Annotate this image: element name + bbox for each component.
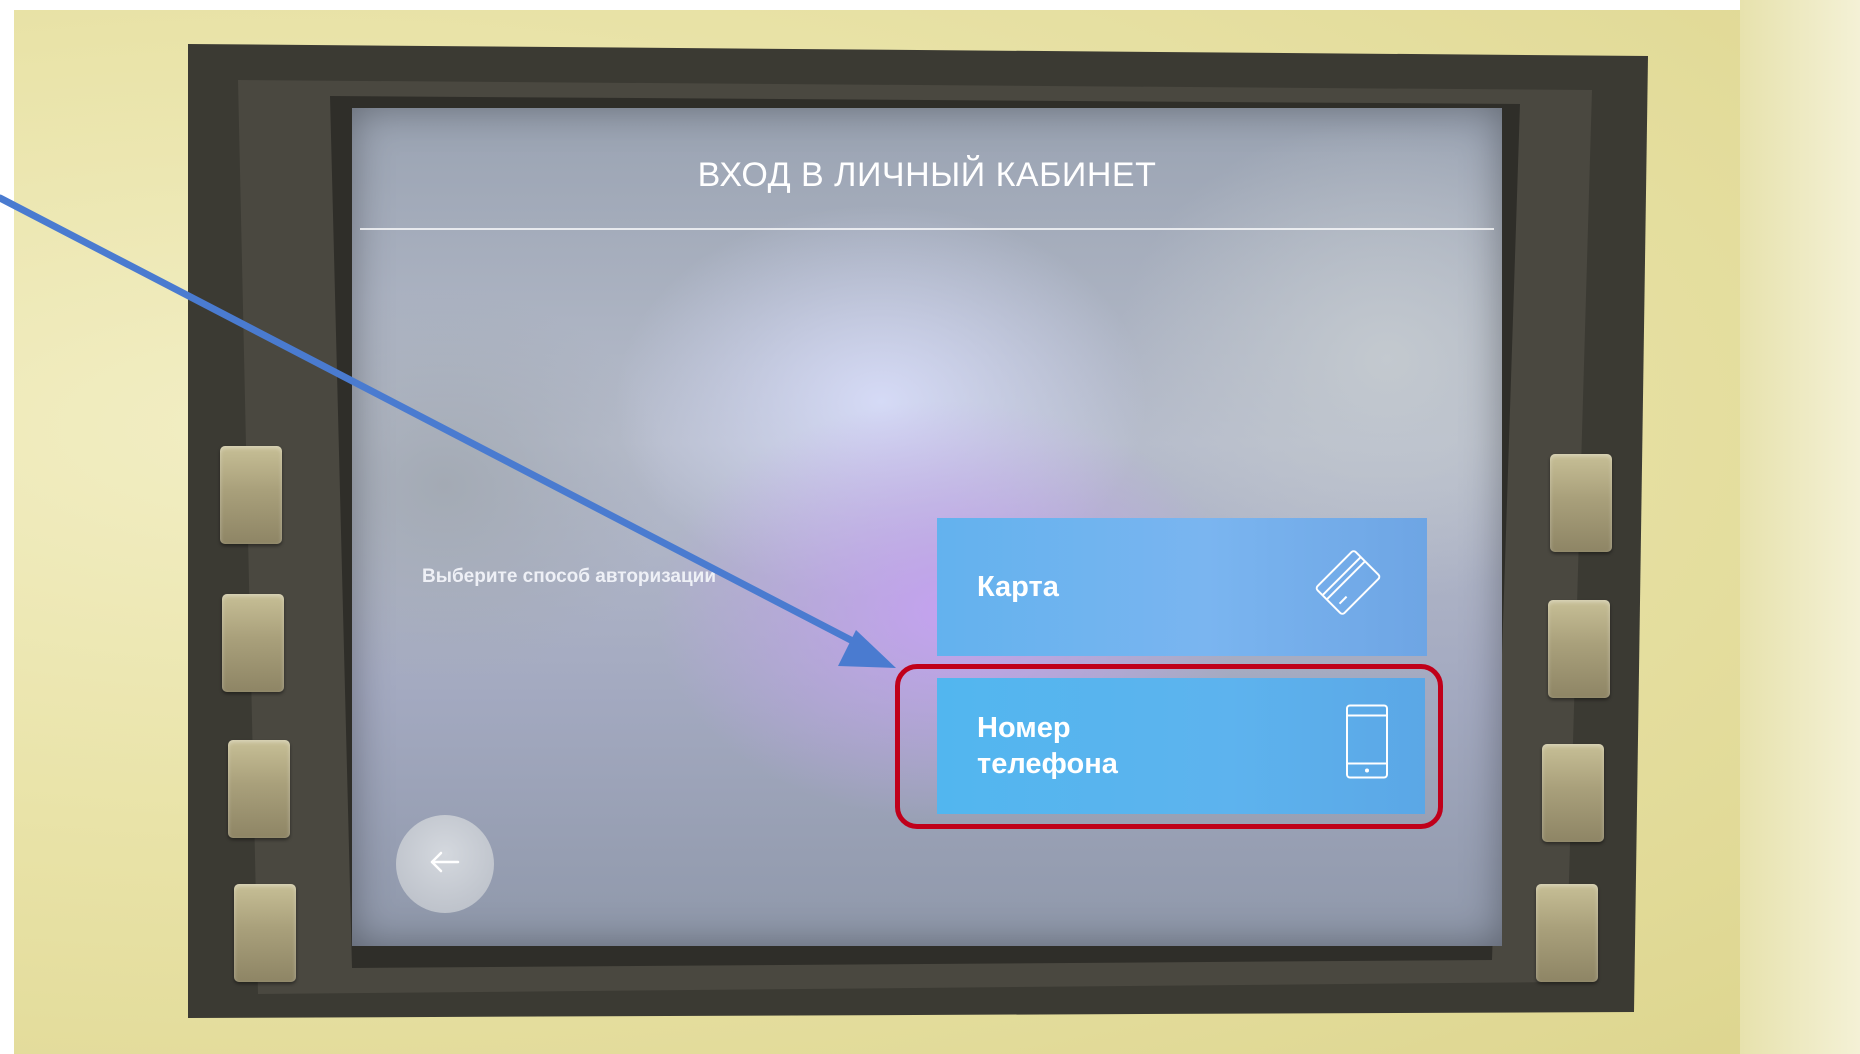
annotation-arrow bbox=[0, 194, 896, 668]
